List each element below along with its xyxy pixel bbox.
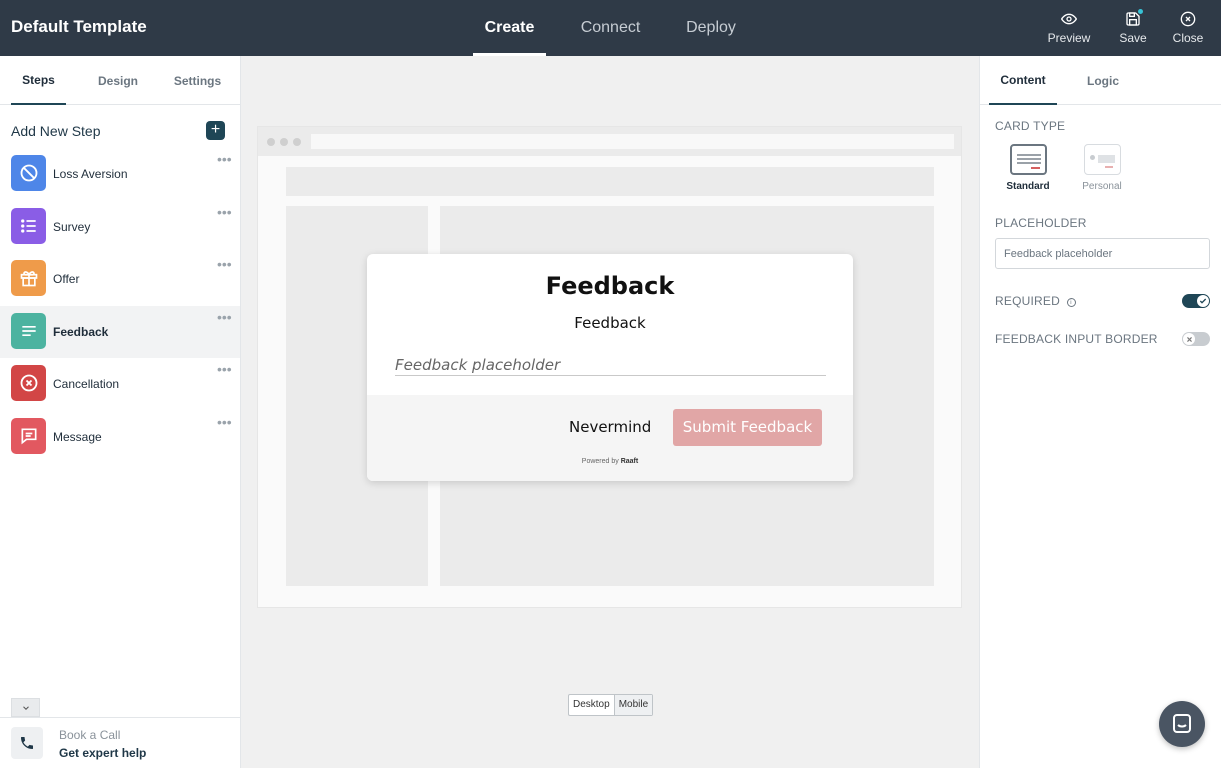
card-type-label: CARD TYPE [995,119,1066,133]
placeholder-label: PLACEHOLDER [995,216,1087,230]
modal-feedback-input[interactable]: Feedback placeholder [395,356,826,376]
step-item-feedback[interactable]: Feedback ••• [0,305,240,358]
placeholder-input[interactable]: Feedback placeholder [995,238,1210,269]
nevermind-button[interactable]: Nevermind [569,418,651,436]
preview-button[interactable]: Preview [1039,0,1099,56]
submit-feedback-button[interactable]: Submit Feedback [673,409,822,446]
preview-label: Preview [1047,31,1091,45]
required-label: REQUIRED [995,294,1060,308]
step-item-offer[interactable]: Offer ••• [0,253,240,306]
card-type-standard[interactable]: Standard [998,144,1058,192]
unsaved-indicator-dot [1138,9,1143,14]
tab-design[interactable]: Design [66,56,170,105]
eye-icon [1061,13,1077,25]
more-options-icon[interactable]: ••• [217,151,232,167]
powered-by-text: Powered by Raaft [367,458,853,465]
tab-settings[interactable]: Settings [170,56,225,105]
card-type-caption: Personal [1082,181,1122,192]
tab-connect[interactable]: Connect [546,0,675,56]
x-icon [1183,333,1195,345]
more-options-icon[interactable]: ••• [217,204,232,220]
required-label-row: REQUIRED i [995,294,1076,308]
feedback-modal-preview[interactable]: Feedback Feedback Feedback placeholder N… [367,254,853,481]
close-label: Close [1172,31,1204,45]
feedback-input-border-label: FEEDBACK INPUT BORDER [995,332,1158,346]
desktop-toggle-button[interactable]: Desktop [569,695,615,715]
left-sidebar: Steps Design Settings Add New Step + Los… [0,56,241,768]
x-circle-icon [11,365,46,401]
step-item-cancellation[interactable]: Cancellation ••• [0,358,240,411]
placeholder-block [286,167,934,196]
mobile-toggle-button[interactable]: Mobile [614,695,653,715]
window-dot-icon [267,138,275,146]
window-dot-icon [280,138,288,146]
tab-logic[interactable]: Logic [1057,56,1149,105]
modal-title: Feedback [545,272,675,300]
browser-bar [258,127,961,156]
chat-support-button[interactable] [1159,701,1205,747]
close-circle-icon [1180,11,1196,27]
save-label: Save [1119,31,1147,45]
more-options-icon[interactable]: ••• [217,361,232,377]
step-item-loss-aversion[interactable]: Loss Aversion ••• [0,148,240,201]
step-label: Cancellation [53,377,120,391]
step-label: Feedback [53,324,109,339]
tab-create[interactable]: Create [473,0,546,56]
gift-icon [11,260,46,296]
step-label: Survey [53,219,91,234]
add-step-button[interactable]: + [206,121,225,140]
ban-icon [11,155,46,191]
window-dot-icon [293,138,301,146]
standard-card-icon [1009,144,1047,175]
top-actions: Preview Save Close [1039,0,1221,56]
tab-deploy[interactable]: Deploy [675,0,747,56]
top-bar: Default Template Create Connect Deploy P… [0,0,1221,56]
collapse-button[interactable] [11,698,40,717]
right-panel-tabs: Content Logic [980,56,1221,105]
step-item-survey[interactable]: Survey ••• [0,201,240,254]
powered-by-label: Powered by [581,458,619,465]
list-icon [11,207,46,244]
brand-name: Raaft [620,458,639,465]
text-lines-icon [11,312,46,349]
save-button[interactable]: Save [1107,0,1159,56]
steps-list: Loss Aversion ••• Survey ••• Offer ••• F… [0,148,240,463]
required-toggle[interactable] [1182,294,1210,308]
tab-steps[interactable]: Steps [11,56,66,105]
step-label: Offer [53,272,80,286]
check-icon [1197,295,1209,307]
book-call-subtitle: Get expert help [59,746,147,760]
close-button[interactable]: Close [1162,0,1214,56]
app-title: Default Template [11,17,147,36]
personal-card-icon [1083,144,1121,175]
book-call-title: Book a Call [59,728,121,742]
modal-subtitle: Feedback [574,314,646,332]
more-options-icon[interactable]: ••• [217,414,232,430]
device-toggle: Desktop Mobile [568,694,654,716]
url-bar-placeholder [311,134,954,149]
step-label: Message [53,429,102,444]
chat-icon [1173,714,1191,733]
step-item-message[interactable]: Message ••• [0,411,240,464]
chevron-down-icon [22,705,29,710]
card-type-caption: Standard [1006,181,1050,192]
feedback-input-border-toggle[interactable] [1182,332,1210,346]
top-tabs: Create Connect Deploy [473,0,747,56]
book-call-panel[interactable]: Book a Call Get expert help [0,717,240,768]
more-options-icon[interactable]: ••• [217,256,232,272]
add-new-step-heading: Add New Step [11,123,101,139]
sidebar-tabs: Steps Design Settings [0,56,240,105]
right-panel: Content Logic CARD TYPE Standard Persona… [979,56,1221,768]
tab-content[interactable]: Content [989,56,1057,105]
more-options-icon[interactable]: ••• [217,309,232,325]
info-icon[interactable]: i [1066,298,1076,307]
card-type-personal[interactable]: Personal [1072,144,1132,192]
step-label: Loss Aversion [53,167,128,181]
chat-bubble-icon [11,417,46,454]
modal-footer: Nevermind Submit Feedback Powered by Raa… [367,395,853,481]
phone-icon [11,727,43,759]
